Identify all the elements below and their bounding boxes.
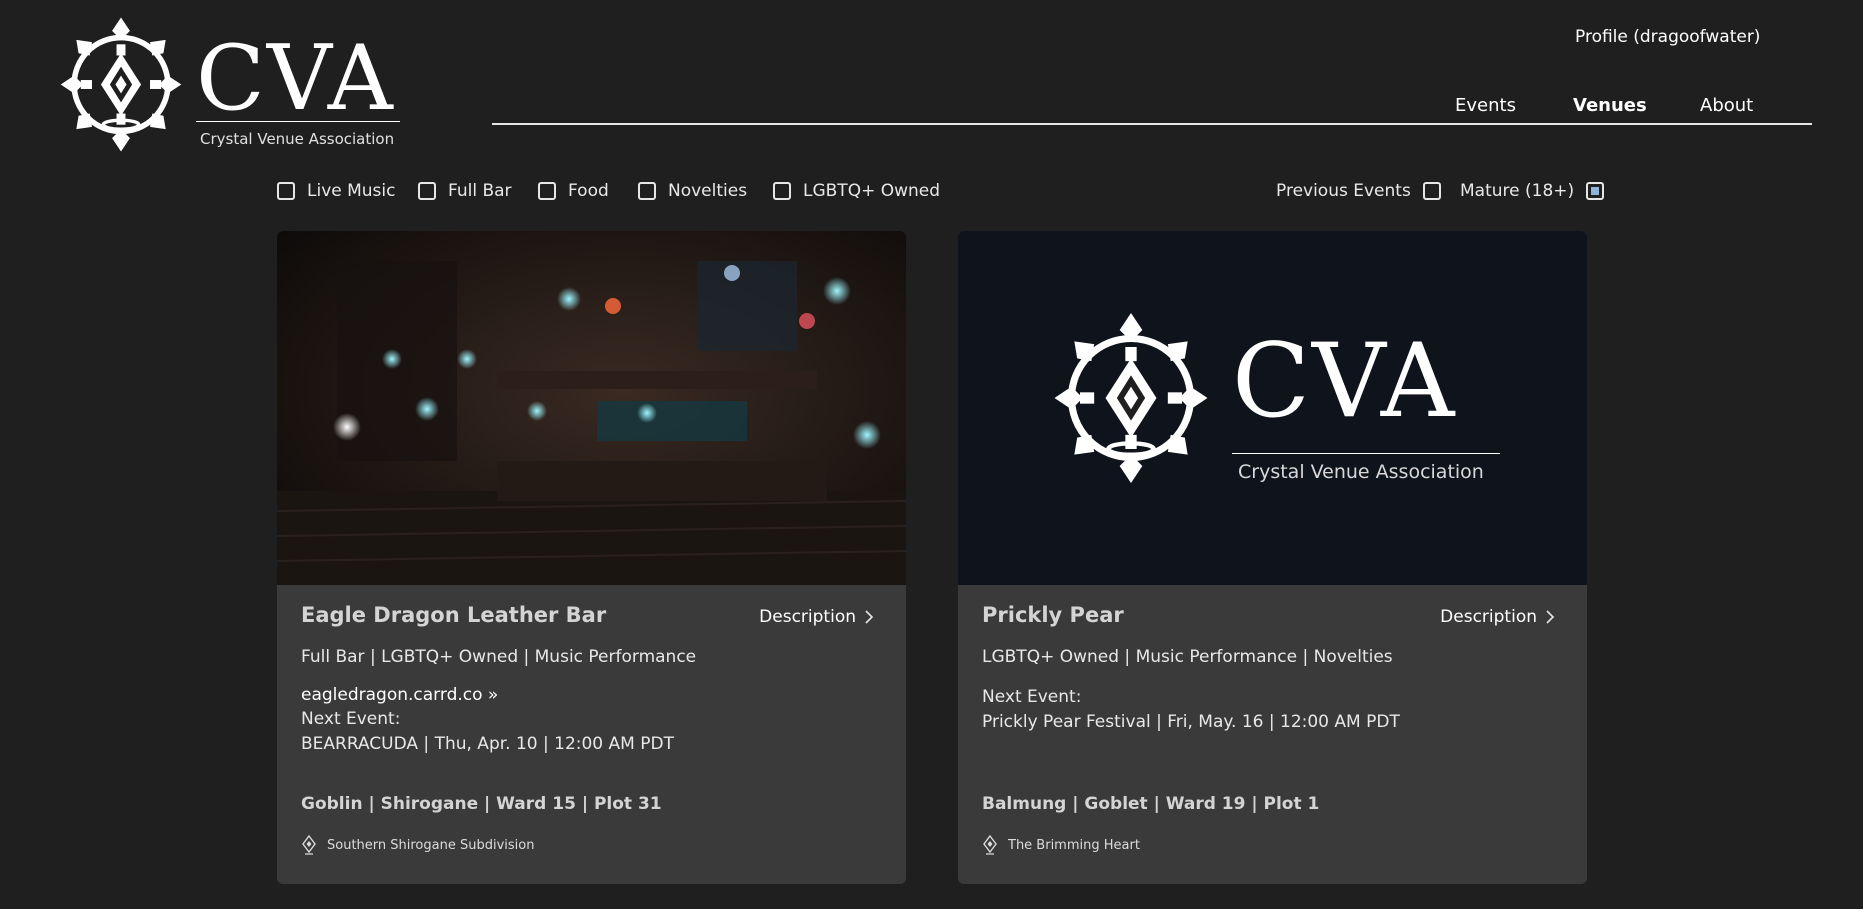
description-label: Description [1440, 607, 1537, 627]
profile-link[interactable]: Profile (dragoofwater) [1575, 27, 1760, 47]
crystal-crest-icon [1046, 303, 1216, 493]
checkbox[interactable] [638, 182, 656, 200]
next-event-label: Next Event: [301, 709, 401, 729]
venue-image [277, 231, 906, 585]
logo-letters: CVA [196, 26, 395, 131]
description-toggle[interactable]: Description [759, 607, 874, 627]
checkbox[interactable] [773, 182, 791, 200]
description-toggle[interactable]: Description [1440, 607, 1555, 627]
venue-address: Goblin | Shirogane | Ward 15 | Plot 31 [301, 794, 662, 814]
filter-live-music[interactable]: Live Music [277, 176, 396, 206]
nav-events[interactable]: Events [1455, 95, 1516, 116]
bar-interior-photo [277, 231, 906, 585]
filter-previous-events[interactable]: Previous Events [1276, 176, 1441, 206]
nav-venues[interactable]: Venues [1573, 95, 1647, 116]
venue-district: Southern Shirogane Subdivision [301, 835, 534, 855]
venue-website-link[interactable]: eagledragon.carrd.co » [301, 685, 498, 705]
filter-label: Full Bar [448, 181, 512, 201]
venue-image: CVA Crystal Venue Association [958, 231, 1587, 585]
filter-label: Live Music [307, 181, 396, 201]
next-event-label: Next Event: [982, 687, 1082, 707]
filter-label: LGBTQ+ Owned [803, 181, 941, 201]
filter-novelties[interactable]: Novelties [638, 176, 747, 206]
checkbox-checked[interactable] [1586, 182, 1605, 200]
logo-divider [196, 121, 400, 122]
logo-subtitle: Crystal Venue Association [1238, 461, 1484, 483]
logo-subtitle: Crystal Venue Association [200, 130, 395, 148]
logo-letters: CVA [1232, 322, 1457, 441]
filter-label: Mature (18+) [1460, 181, 1575, 201]
checkbox[interactable] [277, 182, 295, 200]
district-label: Southern Shirogane Subdivision [327, 837, 535, 853]
checkbox[interactable] [538, 182, 556, 200]
district-label: The Brimming Heart [1008, 837, 1140, 853]
logo-divider [1232, 453, 1500, 454]
next-event-value: Prickly Pear Festival | Fri, May. 16 | 1… [982, 712, 1400, 732]
filter-food[interactable]: Food [538, 176, 609, 206]
filter-label: Novelties [668, 181, 748, 201]
filter-label: Food [568, 181, 609, 201]
venue-district: The Brimming Heart [982, 835, 1140, 855]
venue-name[interactable]: Prickly Pear [982, 603, 1124, 627]
crystal-icon [983, 835, 997, 855]
venue-card: CVA Crystal Venue Association Prickly Pe… [958, 231, 1587, 884]
venue-name[interactable]: Eagle Dragon Leather Bar [301, 603, 606, 627]
venue-address: Balmung | Goblet | Ward 19 | Plot 1 [982, 794, 1320, 814]
filter-full-bar[interactable]: Full Bar [418, 176, 512, 206]
checkbox[interactable] [418, 182, 436, 200]
filter-bar: Live Music Full Bar Food Novelties LGBTQ… [277, 176, 1605, 206]
nav-about[interactable]: About [1700, 95, 1753, 116]
description-label: Description [759, 607, 856, 627]
crystal-icon [302, 835, 316, 855]
filter-lgbtq-owned[interactable]: LGBTQ+ Owned [773, 176, 940, 206]
venue-card: Eagle Dragon Leather Bar Description Ful… [277, 231, 906, 884]
chevron-right-icon [1546, 610, 1555, 624]
cva-logo[interactable]: CVA Crystal Venue Association [54, 12, 404, 157]
nav-divider [492, 123, 1812, 125]
filter-label: Previous Events [1276, 181, 1411, 201]
crystal-crest-icon [54, 12, 188, 157]
filter-mature[interactable]: Mature (18+) [1460, 176, 1605, 206]
venue-tags: LGBTQ+ Owned | Music Performance | Novel… [982, 647, 1393, 667]
site-header: CVA Crystal Venue Association Profile (d… [0, 0, 1863, 160]
next-event-value: BEARRACUDA | Thu, Apr. 10 | 12:00 AM PDT [301, 734, 674, 754]
chevron-right-icon [865, 610, 874, 624]
checkbox[interactable] [1422, 182, 1441, 200]
venue-tags: Full Bar | LGBTQ+ Owned | Music Performa… [301, 647, 697, 667]
